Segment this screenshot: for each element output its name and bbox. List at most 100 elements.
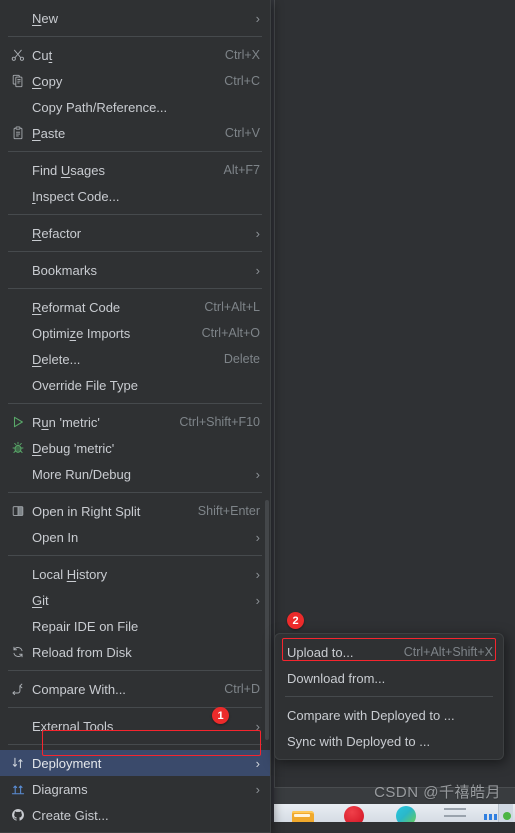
menu-item-repair-ide-on-file[interactable]: Repair IDE on File (0, 613, 270, 639)
menu-item-label: Override File Type (32, 377, 138, 393)
menu-item-external-tools[interactable]: External Tools › (0, 713, 270, 739)
menu-item-label: Open In (32, 529, 79, 545)
deployment-submenu[interactable]: Upload to... Ctrl+Alt+Shift+X Download fro… (274, 633, 504, 760)
chevron-right-icon: › (255, 10, 260, 26)
menu-item-reformat-code[interactable]: Reformat Code Ctrl+Alt+L (0, 294, 270, 320)
menu-item-git[interactable]: Git › (0, 587, 270, 613)
menu-item-label: Delete... (32, 351, 81, 367)
menu-separator (8, 151, 262, 152)
menu-separator (8, 36, 262, 37)
submenu-item-label: Upload to... (287, 644, 354, 660)
submenu-item-label: Compare with Deployed to ... (287, 707, 455, 723)
chevron-right-icon: › (255, 262, 260, 278)
menu-separator (8, 555, 262, 556)
submenu-item-download-from[interactable]: Download from... (275, 665, 503, 691)
deployment-icon (8, 755, 28, 771)
menu-item-copy[interactable]: Copy Ctrl+C (0, 68, 270, 94)
menu-item-label: Bookmarks (32, 262, 98, 278)
menu-item-diagrams[interactable]: Diagrams › (0, 776, 270, 802)
submenu-separator (285, 696, 493, 697)
menu-separator (8, 251, 262, 252)
menu-item-label: Reformat Code (32, 299, 121, 315)
submenu-item-label: Download from... (287, 670, 386, 686)
menu-item-icon-slot (8, 262, 28, 278)
chevron-right-icon: › (255, 566, 260, 582)
menu-item-icon-slot (8, 99, 28, 115)
menu-item-label: Cut (32, 47, 53, 63)
menu-item-bookmarks[interactable]: Bookmarks › (0, 257, 270, 283)
submenu-item-label: Sync with Deployed to ... (287, 733, 431, 749)
menu-item-inspect-code[interactable]: Inspect Code... (0, 183, 270, 209)
submenu-item-compare-with-deployed-to[interactable]: Compare with Deployed to ... (275, 702, 503, 728)
menu-item-new[interactable]: New › (0, 5, 270, 31)
menu-item-label: Compare With... (32, 681, 126, 697)
menu-item-accelerator: Ctrl+Alt+L (204, 300, 260, 314)
menu-item-accelerator: Shift+Enter (197, 504, 260, 518)
context-menu-scrollbar[interactable] (265, 500, 269, 740)
chevron-right-icon: › (255, 718, 260, 734)
menu-item-deployment[interactable]: Deployment › (0, 750, 270, 776)
menu-item-compare-with[interactable]: Compare With... Ctrl+D (0, 676, 270, 702)
menu-item-label: Repair IDE on File (32, 618, 139, 634)
green-status-dot-icon (503, 812, 511, 820)
menu-item-icon-slot (8, 377, 28, 393)
menu-item-cut[interactable]: Cut Ctrl+X (0, 42, 270, 68)
menu-item-label: Local History (32, 566, 108, 582)
menu-item-run-metric[interactable]: Run 'metric' Ctrl+Shift+F10 (0, 409, 270, 435)
menu-item-open-in[interactable]: Open In › (0, 524, 270, 550)
menu-item-label: Optimize Imports (32, 325, 131, 341)
menu-item-refactor[interactable]: Refactor › (0, 220, 270, 246)
menu-item-icon-slot (8, 592, 28, 608)
menu-item-icon-slot (8, 299, 28, 315)
menu-item-copy-path-reference[interactable]: Copy Path/Reference... (0, 94, 270, 120)
menu-item-label: New (32, 10, 59, 26)
menu-item-paste[interactable]: Paste Ctrl+V (0, 120, 270, 146)
folder-icon[interactable] (292, 811, 314, 822)
teal-circle-app-icon[interactable] (396, 806, 416, 822)
menu-item-label: Git (32, 592, 49, 608)
menu-separator (8, 403, 262, 404)
menu-item-icon-slot (8, 225, 28, 241)
submenu-item-upload-to[interactable]: Upload to... Ctrl+Alt+Shift+X (275, 639, 503, 665)
context-menu[interactable]: New › Cut Ctrl+X Copy Ctrl+C Copy Path/Referen… (0, 0, 271, 833)
menu-separator (8, 288, 262, 289)
submenu-item-sync-with-deployed-to[interactable]: Sync with Deployed to ... (275, 728, 503, 754)
menu-item-label: Run 'metric' (32, 414, 100, 430)
menu-separator (8, 214, 262, 215)
menu-item-debug-metric[interactable]: Debug 'metric' (0, 435, 270, 461)
scissors-icon (8, 47, 28, 63)
chevron-right-icon: › (255, 781, 260, 797)
menu-item-label: External Tools (32, 718, 114, 734)
menu-item-label: Inspect Code... (32, 188, 120, 204)
red-circle-app-icon[interactable] (344, 806, 364, 822)
copy-icon (8, 73, 28, 89)
menu-item-more-run-debug[interactable]: More Run/Debug › (0, 461, 270, 487)
menu-item-create-gist[interactable]: Create Gist... (0, 802, 270, 828)
menu-item-icon-slot (8, 162, 28, 178)
menu-item-local-history[interactable]: Local History › (0, 561, 270, 587)
menu-item-find-usages[interactable]: Find Usages Alt+F7 (0, 157, 270, 183)
chevron-right-icon: › (255, 466, 260, 482)
menu-item-open-in-right-split[interactable]: Open in Right Split Shift+Enter (0, 498, 270, 524)
chevron-right-icon: › (255, 225, 260, 241)
debug-icon (8, 440, 28, 456)
menu-item-icon-slot (8, 618, 28, 634)
chevron-right-icon: › (255, 529, 260, 545)
menu-item-optimize-imports[interactable]: Optimize Imports Ctrl+Alt+O (0, 320, 270, 346)
menu-item-label: Debug 'metric' (32, 440, 115, 456)
os-taskbar[interactable] (274, 804, 515, 822)
menu-item-delete[interactable]: Delete... Delete (0, 346, 270, 372)
menu-item-label: Copy Path/Reference... (32, 99, 168, 115)
menu-item-label: Create Gist... (32, 807, 109, 823)
menu-item-icon-slot (8, 188, 28, 204)
step-badge-2: 2 (287, 612, 304, 629)
menu-item-reload-from-disk[interactable]: Reload from Disk (0, 639, 270, 665)
menu-item-label: Deployment (32, 755, 102, 771)
menu-item-icon-slot (8, 529, 28, 545)
list-lines-icon[interactable] (444, 808, 466, 822)
menu-item-icon-slot (8, 718, 28, 734)
submenu-item-accelerator: Ctrl+Alt+Shift+X (403, 645, 493, 659)
menu-item-override-file-type[interactable]: Override File Type (0, 372, 270, 398)
menu-item-accelerator: Alt+F7 (223, 163, 260, 177)
menu-item-accelerator: Delete (223, 352, 260, 366)
